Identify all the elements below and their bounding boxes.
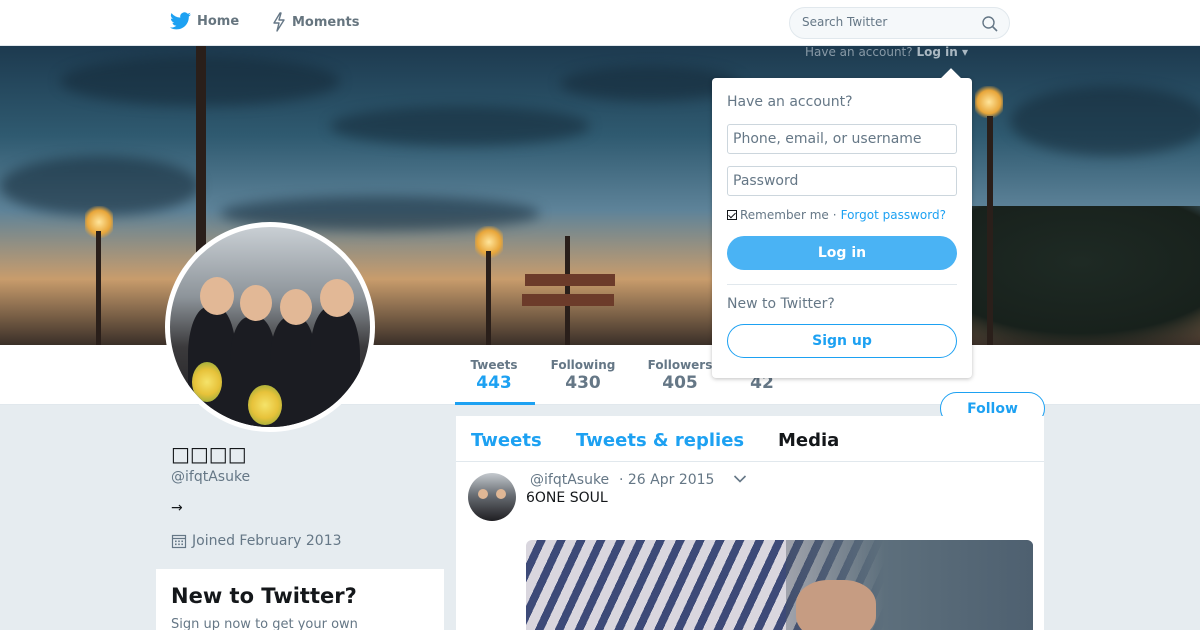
forgot-password-link[interactable]: Forgot password? — [841, 208, 946, 222]
have-account-text: Have an account? — [805, 45, 913, 59]
calendar-icon — [171, 534, 187, 549]
signup-card-text: Sign up now to get your own — [171, 617, 358, 630]
lightning-icon — [273, 12, 285, 32]
stat-tweets-label: Tweets — [470, 358, 518, 372]
login-dropdown: Have an account? Remember me · Forgot pa… — [712, 68, 972, 378]
login-toggle-label: Log in — [916, 45, 958, 59]
tab-media[interactable]: Media — [778, 430, 839, 451]
profile-display-name: □□□□ — [171, 442, 247, 466]
caret-down-icon: ▾ — [961, 45, 968, 59]
nav-home-label: Home — [197, 13, 240, 29]
remember-me-checkbox[interactable] — [727, 210, 737, 220]
timeline: Tweets Tweets & replies Media @ifqtAsuke… — [456, 416, 1044, 630]
stat-followers-value: 405 — [662, 373, 698, 393]
profile-avatar-image — [170, 227, 370, 427]
nav-moments-label: Moments — [292, 14, 360, 30]
profile-joined: Joined February 2013 — [171, 533, 342, 549]
nav-moments[interactable]: Moments — [272, 12, 359, 32]
timeline-tabs: Tweets Tweets & replies Media — [456, 416, 1044, 462]
remember-me-label[interactable]: Remember me — [740, 208, 829, 222]
login-dropdown-title: Have an account? — [727, 94, 853, 110]
signup-card-title: New to Twitter? — [171, 584, 357, 608]
tab-tweets[interactable]: Tweets — [471, 430, 542, 451]
active-stat-underline — [455, 402, 535, 405]
remember-separator: · — [832, 208, 837, 222]
search-box — [789, 7, 1010, 39]
search-icon[interactable] — [982, 16, 998, 32]
username-field[interactable] — [727, 124, 957, 154]
password-field[interactable] — [727, 166, 957, 196]
twitter-bird-icon — [170, 12, 191, 30]
tweet-media-image[interactable] — [526, 540, 1033, 630]
stat-followers-label: Followers — [647, 358, 713, 372]
stat-following-value: 430 — [565, 373, 601, 393]
stat-tweets[interactable]: Tweets 443 — [470, 358, 518, 393]
profile-avatar[interactable] — [165, 222, 375, 432]
profile-joined-text: Joined February 2013 — [192, 533, 342, 549]
signup-button[interactable]: Sign up — [727, 324, 957, 358]
tweet-text: 6ONE SOUL — [526, 490, 608, 506]
new-to-twitter-text: New to Twitter? — [727, 296, 835, 312]
profile-bio: → — [171, 500, 183, 516]
login-button[interactable]: Log in — [727, 236, 957, 270]
stat-following-label: Following — [550, 358, 616, 372]
tweet[interactable]: @ifqtAsuke · 26 Apr 2015 6ONE SOUL — [456, 462, 1044, 630]
top-nav: Home Moments — [0, 0, 1200, 46]
stat-following[interactable]: Following 430 — [550, 358, 616, 393]
stat-tweets-value: 443 — [476, 373, 512, 393]
profile-handle[interactable]: @ifqtAsuke — [171, 469, 250, 485]
tweet-avatar[interactable] — [468, 473, 516, 521]
stat-followers[interactable]: Followers 405 — [647, 358, 713, 393]
tweet-handle[interactable]: @ifqtAsuke — [530, 472, 609, 488]
chevron-down-icon[interactable] — [733, 474, 747, 484]
tweet-date[interactable]: · 26 Apr 2015 — [619, 472, 714, 488]
login-toggle[interactable]: Log in ▾ — [916, 45, 968, 59]
tab-tweets-replies[interactable]: Tweets & replies — [576, 430, 744, 451]
have-account-prompt: Have an account? Log in ▾ — [805, 45, 968, 59]
nav-home[interactable]: Home — [170, 12, 239, 30]
dropdown-divider — [727, 284, 957, 285]
signup-card: New to Twitter? Sign up now to get your … — [156, 569, 444, 630]
search-input[interactable] — [802, 15, 972, 29]
remember-row: Remember me · Forgot password? — [727, 208, 946, 222]
